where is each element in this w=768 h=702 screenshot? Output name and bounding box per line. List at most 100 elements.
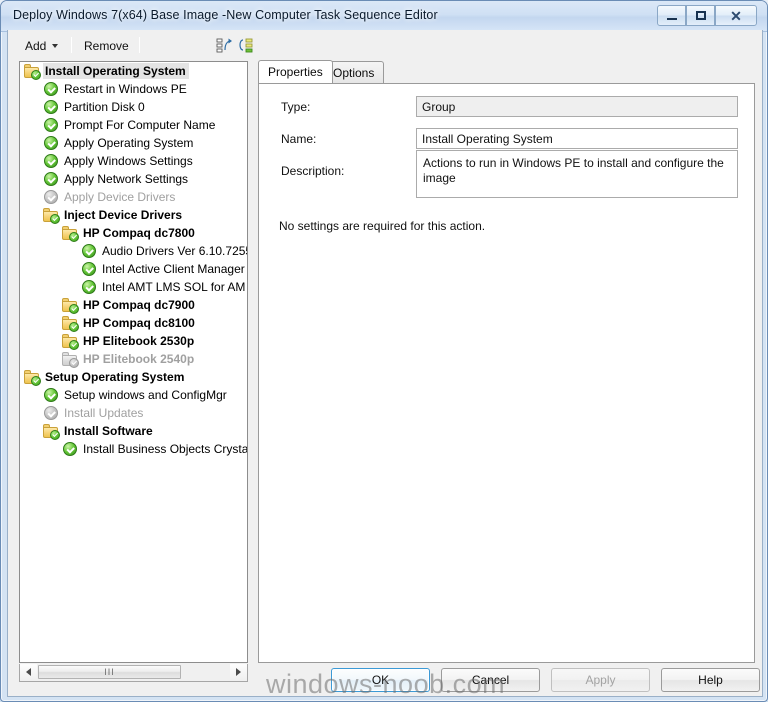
maximize-icon — [687, 6, 714, 25]
tree-item-label: Install Software — [64, 424, 153, 438]
tree-item-label: Inject Device Drivers — [64, 208, 183, 222]
tree-item[interactable]: Prompt For Computer Name — [20, 116, 247, 134]
close-icon: ✕ — [730, 7, 742, 24]
ok-button[interactable]: OK — [331, 668, 430, 692]
tree-item[interactable]: HP Compaq dc7800 — [20, 224, 247, 242]
green-check-icon — [44, 388, 58, 402]
tree-item[interactable]: Install Updates — [20, 404, 247, 422]
task-sequence-tree[interactable]: Install Operating System Restart in Windo… — [19, 61, 248, 663]
move-up-icon[interactable] — [216, 37, 234, 54]
tree-item[interactable]: Install Business Objects Crystal — [20, 440, 247, 458]
green-check-icon — [82, 280, 96, 294]
tree-item-label: Audio Drivers Ver 6.10.7255 — [102, 244, 247, 258]
title-bar: Deploy Windows 7(x64) Base Image -New Co… — [1, 1, 767, 32]
description-label: Description: — [281, 164, 345, 178]
remove-button[interactable]: Remove — [77, 35, 136, 56]
tree-item-label: Install Updates — [64, 406, 144, 420]
tree-item-label: HP Elitebook 2530p — [83, 334, 195, 348]
tree-item-label: Apply Network Settings — [64, 172, 189, 186]
tree-item-label: HP Compaq dc7800 — [83, 226, 195, 240]
tree-item-label: Intel Active Client Manager — [102, 262, 245, 276]
minimize-button[interactable] — [657, 5, 686, 26]
tree-item[interactable]: Apply Operating System — [20, 134, 247, 152]
apply-button-label: Apply — [585, 673, 616, 687]
tree-item[interactable]: Apply Windows Settings — [20, 152, 247, 170]
folder-icon — [43, 207, 60, 224]
tree-item[interactable]: Install Software — [20, 422, 247, 440]
minimize-icon — [658, 6, 685, 25]
tab-options-label: Options — [333, 65, 375, 80]
tree-item[interactable]: Install Operating System — [20, 62, 247, 80]
cancel-button[interactable]: Cancel — [441, 668, 540, 692]
green-check-icon — [44, 190, 58, 204]
folder-icon — [24, 369, 41, 386]
tree-scroll-region[interactable]: Install Operating System Restart in Windo… — [20, 62, 247, 662]
type-label: Type: — [281, 100, 311, 114]
tree-item[interactable]: HP Compaq dc7900 — [20, 296, 247, 314]
green-check-icon — [44, 100, 58, 114]
close-button[interactable]: ✕ — [715, 5, 757, 26]
add-button-label: Add — [25, 38, 47, 53]
tab-properties-label: Properties — [268, 65, 323, 79]
tab-strip: Properties Options — [258, 60, 755, 83]
properties-tab-page: Type: Group Name: Install Operating Syst… — [258, 83, 755, 663]
green-check-icon — [44, 406, 58, 420]
green-check-icon — [44, 154, 58, 168]
tree-item-label: Partition Disk 0 — [64, 100, 145, 114]
tree-item[interactable]: Apply Network Settings — [20, 170, 247, 188]
tab-properties[interactable]: Properties — [258, 60, 333, 83]
folder-icon — [43, 423, 60, 440]
dialog-button-bar: OK Cancel Apply Help — [8, 668, 762, 696]
name-input[interactable]: Install Operating System — [416, 128, 738, 149]
tree-item[interactable]: Apply Device Drivers — [20, 188, 247, 206]
tree-item[interactable]: HP Elitebook 2530p — [20, 332, 247, 350]
green-check-icon — [82, 244, 96, 258]
folder-icon — [62, 297, 79, 314]
tree-item[interactable]: Audio Drivers Ver 6.10.7255 — [20, 242, 247, 260]
chevron-down-icon — [52, 43, 59, 48]
toolbar-separator — [139, 37, 140, 53]
application-window: Deploy Windows 7(x64) Base Image -New Co… — [0, 0, 768, 702]
green-check-icon — [82, 262, 96, 276]
tree-item-label: Intel AMT LMS SOL for AM — [102, 280, 246, 294]
green-check-icon — [44, 118, 58, 132]
apply-button: Apply — [551, 668, 650, 692]
tree-item-label: HP Elitebook 2540p — [83, 352, 195, 366]
description-input[interactable]: Actions to run in Windows PE to install … — [416, 150, 738, 198]
toolbar-separator — [71, 37, 72, 53]
sequence-toolbar: Add Remove — [15, 33, 253, 58]
help-button[interactable]: Help — [661, 668, 760, 692]
tree-item[interactable]: Partition Disk 0 — [20, 98, 247, 116]
tree-item-label: Install Operating System — [43, 63, 189, 79]
move-down-icon[interactable] — [237, 37, 255, 54]
tree-item[interactable]: Setup windows and ConfigMgr — [20, 386, 247, 404]
tree-item[interactable]: Intel AMT LMS SOL for AM — [20, 278, 247, 296]
folder-icon — [24, 63, 41, 80]
tree-item-label: Restart in Windows PE — [64, 82, 187, 96]
tree-item[interactable]: Restart in Windows PE — [20, 80, 247, 98]
no-settings-message: No settings are required for this action… — [279, 219, 486, 233]
maximize-button[interactable] — [686, 5, 715, 26]
folder-icon — [62, 333, 79, 350]
green-check-icon — [63, 442, 77, 456]
tree-item-label: HP Compaq dc7900 — [83, 298, 195, 312]
tree-item[interactable]: Setup Operating System — [20, 368, 247, 386]
tree-item-label: Prompt For Computer Name — [64, 118, 216, 132]
ok-button-label: OK — [371, 673, 390, 687]
tree-item[interactable]: Inject Device Drivers — [20, 206, 247, 224]
tree-item[interactable]: HP Elitebook 2540p — [20, 350, 247, 368]
add-button[interactable]: Add — [18, 35, 65, 56]
dialog-client-area: Add Remove Install Operating System Rest… — [7, 30, 763, 697]
window-title: Deploy Windows 7(x64) Base Image -New Co… — [13, 8, 438, 22]
tree-item-label: Setup windows and ConfigMgr — [64, 388, 227, 402]
tree-item[interactable]: HP Compaq dc8100 — [20, 314, 247, 332]
tree-item-label: Setup Operating System — [45, 370, 185, 384]
tree-item-label: HP Compaq dc8100 — [83, 316, 195, 330]
green-check-icon — [44, 136, 58, 150]
tree-item-label: Install Business Objects Crystal — [83, 442, 247, 456]
tree-item-label: Apply Windows Settings — [64, 154, 193, 168]
tree-item[interactable]: Intel Active Client Manager — [20, 260, 247, 278]
cancel-button-label: Cancel — [471, 673, 510, 687]
tree-item-label: Apply Operating System — [64, 136, 194, 150]
green-check-icon — [44, 82, 58, 96]
